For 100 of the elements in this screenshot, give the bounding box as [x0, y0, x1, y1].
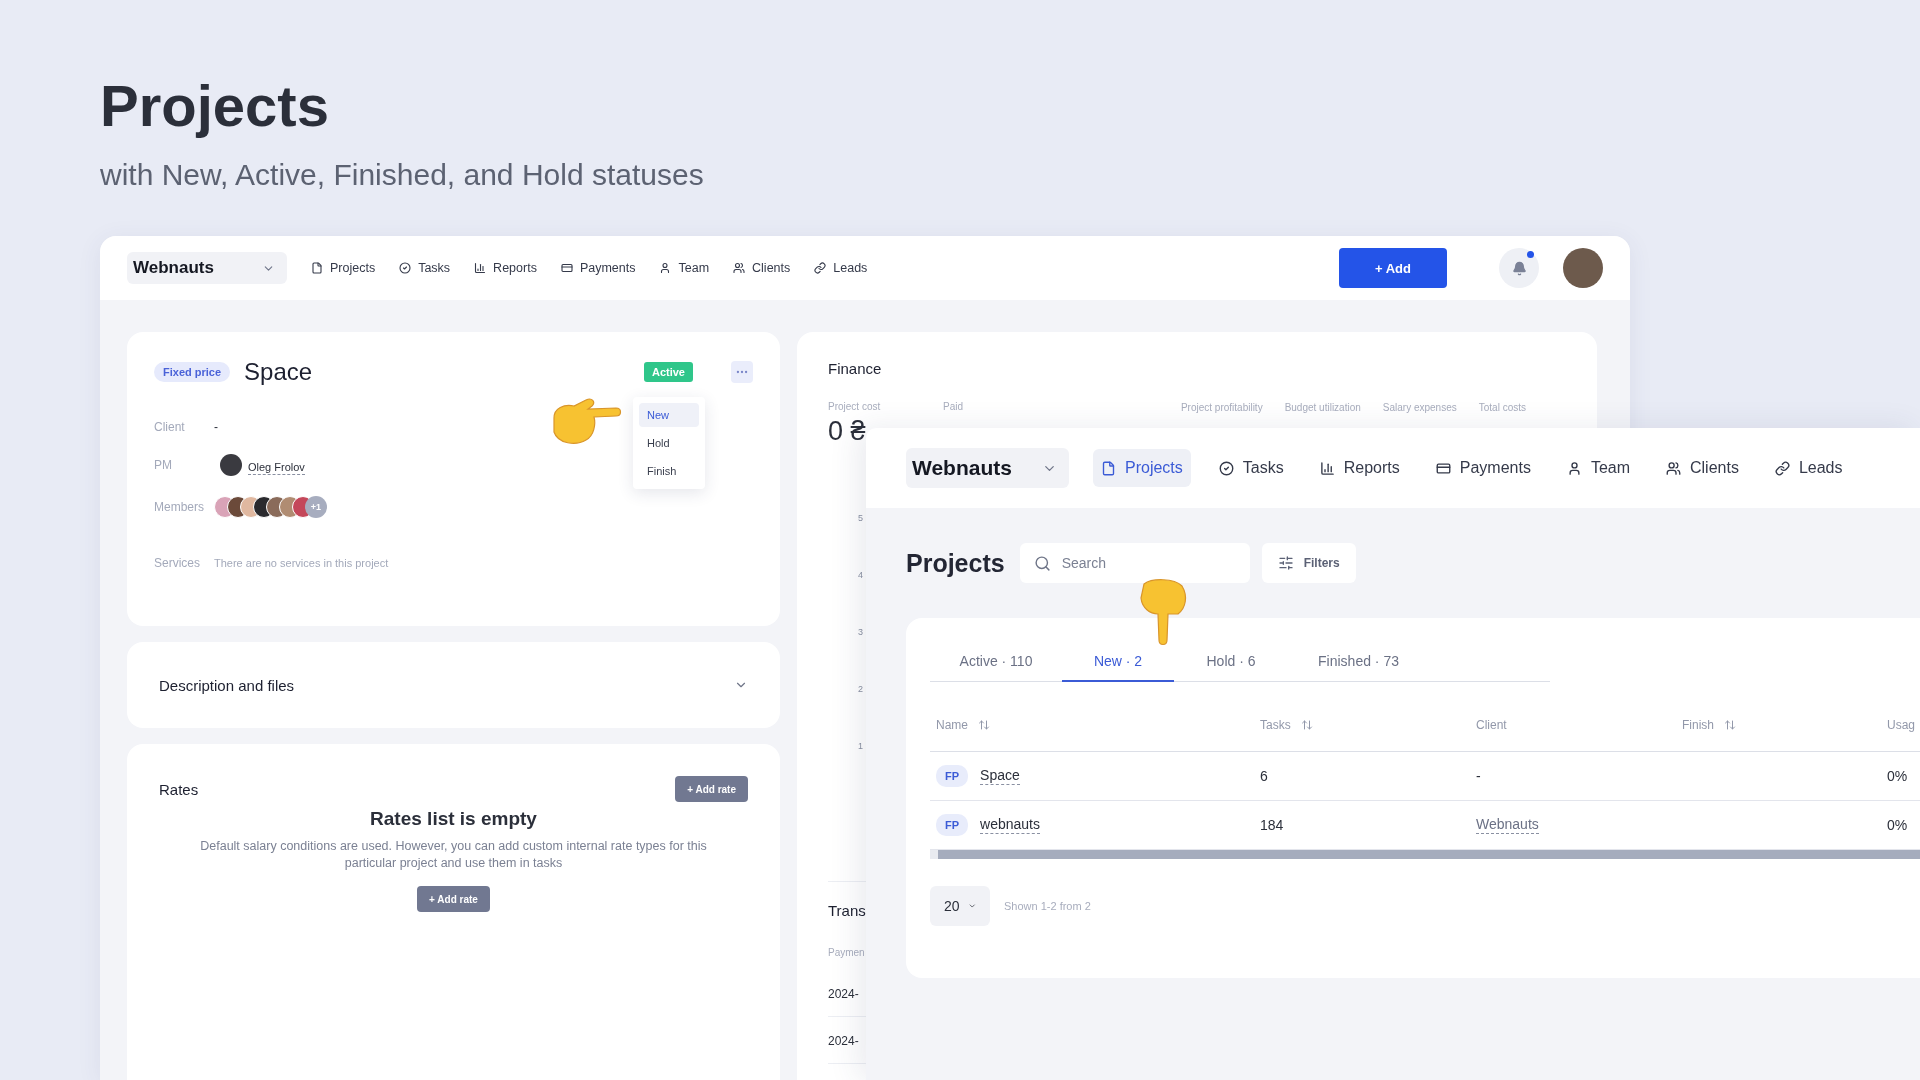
axis-tick: 2: [858, 684, 864, 694]
search-field[interactable]: Search: [1019, 543, 1250, 583]
pointing-hand-icon: [1138, 578, 1188, 646]
nav-tab[interactable]: Projects: [1093, 449, 1191, 487]
sort-icon[interactable]: [1300, 718, 1313, 731]
avatar: [220, 454, 242, 476]
add-button[interactable]: + Add: [1339, 248, 1447, 288]
add-rate-button[interactable]: + Add rate: [417, 886, 490, 912]
nav-tab[interactable]: Projects: [311, 261, 376, 275]
type-tag: FP: [936, 765, 969, 787]
column-header: Paymen: [828, 947, 865, 958]
axis-tick: 5: [858, 513, 864, 523]
field-label: Client: [154, 420, 186, 434]
project-title: Space: [244, 358, 313, 386]
column-header: Tasks: [1260, 717, 1291, 732]
filters-icon: [1277, 555, 1294, 571]
status-tab[interactable]: Hold · 6: [1174, 642, 1288, 682]
nav-tab[interactable]: Payments: [1427, 449, 1539, 487]
pointing-hand-icon: [550, 396, 622, 446]
nav-tab[interactable]: Leads: [1766, 449, 1851, 487]
users-icon: [733, 262, 746, 274]
column-header: Usag: [1887, 717, 1915, 732]
card-icon: [1435, 460, 1451, 476]
filters-button[interactable]: Filters: [1261, 543, 1356, 583]
nav-tab[interactable]: Leads: [814, 261, 868, 275]
pm-link[interactable]: Oleg Frolov: [248, 461, 305, 475]
file-icon: [1101, 460, 1116, 476]
metric-label: Project profitability: [1180, 402, 1263, 413]
page-heading: Projects: [100, 72, 330, 140]
page-title: Projects: [906, 548, 1005, 578]
more-button[interactable]: [731, 361, 753, 383]
menu-item[interactable]: Hold: [639, 431, 699, 455]
pricing-badge: Fixed price: [154, 362, 231, 382]
bell-icon: [1511, 260, 1527, 276]
sort-icon[interactable]: [978, 718, 990, 731]
nav-tab[interactable]: Reports: [474, 261, 537, 275]
table-cell: 184: [1260, 817, 1284, 833]
user-avatar[interactable]: [1563, 248, 1603, 288]
card-icon: [560, 262, 573, 274]
nav-tab[interactable]: Clients: [1658, 449, 1747, 487]
client-value: -: [214, 420, 218, 434]
project-link[interactable]: webnauts: [980, 816, 1040, 834]
pagination-info: Shown 1-2 from 2: [1004, 900, 1091, 912]
metric-label: Salary expenses: [1382, 402, 1457, 413]
workspace-select[interactable]: Webnauts: [906, 448, 1069, 488]
table-cell: 2024-: [828, 1034, 859, 1048]
user-icon: [1566, 460, 1582, 476]
field-label: PM: [154, 458, 173, 472]
nav-tab[interactable]: Clients: [733, 261, 791, 275]
nav-tab[interactable]: Tasks: [399, 261, 451, 275]
add-rate-button[interactable]: + Add rate: [675, 776, 748, 802]
nav-tab[interactable]: Tasks: [1210, 449, 1292, 487]
axis-tick: 1: [858, 741, 864, 751]
link-icon: [1774, 460, 1790, 476]
empty-state-title: Rates list is empty: [369, 808, 538, 830]
metric-label: Budget utilization: [1284, 402, 1361, 413]
page-size-select[interactable]: 20: [930, 886, 990, 926]
check-circle-icon: [399, 262, 412, 274]
description-card[interactable]: Description and files: [127, 642, 780, 728]
workspace-select[interactable]: Webnauts: [127, 252, 287, 284]
table-cell: -: [1476, 768, 1481, 784]
services-value: There are no services in this project: [214, 557, 389, 569]
check-circle-icon: [1218, 460, 1234, 476]
menu-item[interactable]: Finish: [639, 459, 699, 483]
stat-value: 0 ₴: [828, 416, 867, 447]
nav-tab[interactable]: Team: [659, 261, 710, 275]
user-icon: [659, 262, 672, 274]
nav-tab[interactable]: Payments: [560, 261, 636, 275]
menu-item[interactable]: New: [639, 403, 699, 427]
empty-state-text: Default salary conditions are used. However, you can add custom internal rate types for this particular project and use them in tasks: [199, 838, 708, 872]
status-tab[interactable]: Finished · 73: [1288, 642, 1429, 682]
table-cell: 6: [1260, 768, 1268, 784]
axis-tick: 4: [858, 570, 864, 580]
metric-label: Total costs: [1478, 402, 1526, 413]
scrollbar[interactable]: [930, 850, 1920, 859]
axis-tick: 3: [858, 627, 864, 637]
column-header: Name: [936, 717, 968, 732]
link-icon: [814, 262, 827, 274]
card-title: Trans: [828, 902, 866, 919]
table-cell: 0%: [1887, 768, 1908, 784]
bar-chart-icon: [1319, 460, 1335, 476]
column-header: Client: [1476, 717, 1507, 732]
table-cell: 0%: [1887, 817, 1908, 833]
status-tab[interactable]: Active · 110: [930, 642, 1062, 682]
notifications-button[interactable]: [1499, 248, 1539, 288]
status-badge: Active: [643, 362, 693, 382]
nav-tab[interactable]: Reports: [1311, 449, 1408, 487]
field-label: Services: [154, 556, 201, 570]
bar-chart-icon: [474, 262, 487, 274]
field-label: Members: [154, 500, 205, 514]
table-cell: 2024-: [828, 987, 859, 1001]
project-link[interactable]: Space: [980, 767, 1020, 785]
stat-label: Project cost: [828, 401, 881, 412]
nav-tab[interactable]: Team: [1558, 449, 1638, 487]
column-header: Finish: [1682, 717, 1714, 732]
card-title: Finance: [828, 360, 882, 377]
client-link[interactable]: Webnauts: [1476, 816, 1539, 834]
users-icon: [1666, 460, 1681, 476]
sort-icon[interactable]: [1724, 718, 1736, 731]
more-members-count: +1: [305, 496, 327, 518]
